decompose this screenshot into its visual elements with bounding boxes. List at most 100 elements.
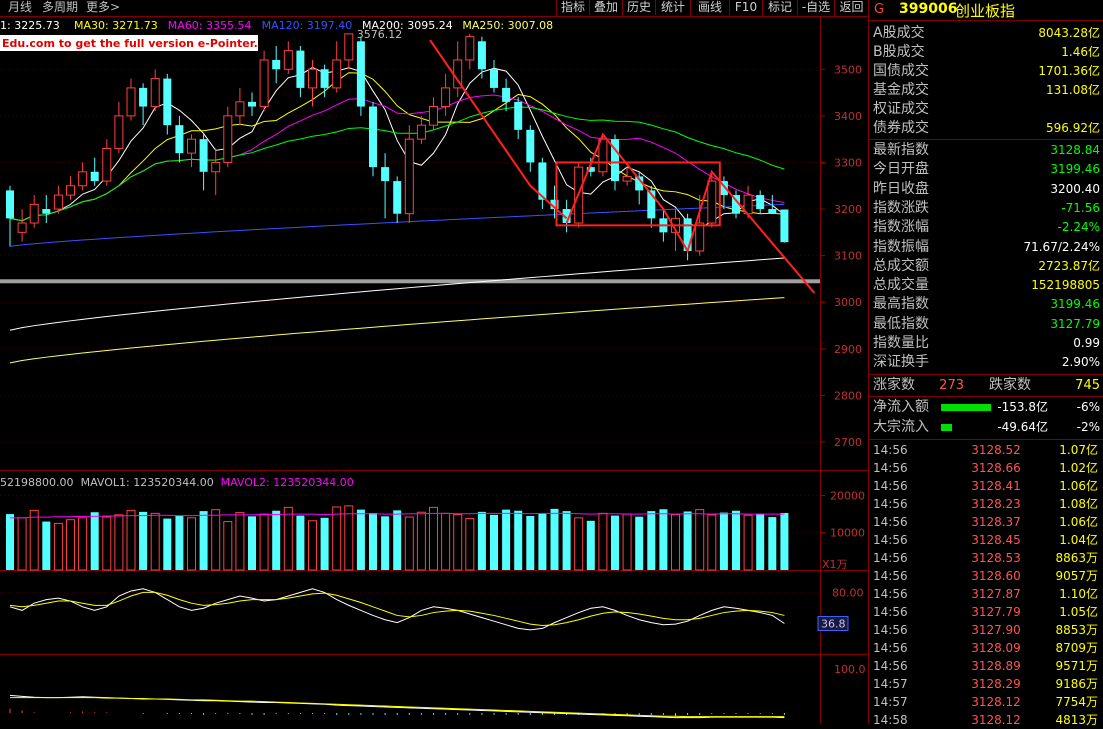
candle-body-down [175,125,184,154]
volume-tick-label: 10000 [830,527,865,540]
volume-bar-up [29,509,39,571]
kdj-panel [9,588,785,631]
candle-body-down [90,171,99,182]
ma-legend-item: MA200: 3095.24 [362,19,453,32]
stat-value: 1701.36亿 [1038,64,1100,78]
trade-tick-row: 14:56 3128.09 8709万 [869,639,1103,657]
volume-bar-down [659,509,668,570]
index-name: 创业板指 [955,2,1016,20]
flow-value: -153.8亿 [997,399,1048,414]
flow-label: 净流入额 [873,398,929,415]
price-tick-label: 3500 [834,63,862,76]
volume-bar-up [695,509,705,571]
volume-bar-down [369,512,377,570]
trade-tick-row: 14:56 3128.89 9571万 [869,657,1103,675]
quote-label: 最高指数 [873,296,929,313]
flow-row: 净流入额 -153.8亿 -6% [869,398,1103,417]
volume-bar-down [683,511,692,570]
volume-bar-up [150,512,160,571]
volume-bar-down [272,510,281,570]
candle-body-down [477,41,486,70]
quote-row: 今日开盘 3199.46 [869,160,1103,179]
candle-body-down [199,139,208,172]
stat-label: A股成交 [873,25,925,41]
quote-row: 指数涨幅 -2.24% [869,218,1103,237]
tick-time: 14:56 [873,604,908,619]
volume-bar-up [283,506,293,571]
decliners-value: 745 [1075,377,1100,393]
tick-price: 3128.45 [971,532,1021,547]
trade-tick-row: 14:56 3128.53 8863万 [869,549,1103,567]
quote-panel: G 399006 创业板指 A股成交 8043.28亿 B股成交 1.46亿 国债成交 1… [868,0,1103,727]
tick-amount: 1.04亿 [1059,532,1098,547]
quote-row: 深证换手 2.90% [869,353,1103,372]
candle-body-up [332,59,342,89]
volume-bar-down [199,511,208,570]
stock-chart-app: 月线 多周期 更多> 指标 叠加 历史 统计 画线 F10 标记 -自选 返回 … [0,0,1103,727]
quote-row: 总成交量 152198805 [869,276,1103,295]
volume-bar-down [611,515,619,570]
trade-tick-row: 14:58 3128.12 4813万 [869,711,1103,729]
tick-time: 14:56 [873,478,908,493]
tick-price: 3128.41 [971,478,1021,493]
quote-label: 最新指数 [873,142,929,158]
candle-body-up [465,36,475,61]
candle-body-down [756,195,765,210]
chart-area[interactable]: 3576.12 3500 3400 3300 3200 3100 3000 2900 2800… [0,0,868,724]
tick-amount: 1.06亿 [1059,514,1098,529]
volume-bar-up [743,514,753,571]
tick-price: 3128.09 [971,640,1021,655]
chart-legends: 1: 3225.73 MA30: 3271.73 MA60: 3355.54 MA12… [0,19,553,489]
volume-bar-down [42,521,51,570]
quote-label: 总成交额 [873,257,929,274]
candle-body-up [598,138,608,173]
volume-bar-down [163,518,172,570]
tick-time: 14:56 [873,496,908,511]
tick-price: 3128.29 [971,676,1021,691]
volume-bar-up [598,512,608,571]
volume-bar-down [562,511,571,570]
tick-time: 14:56 [873,442,908,457]
volume-bar-down [768,517,777,570]
quote-label: 总成交量 [873,277,929,294]
candle-body-up [223,115,233,163]
tick-time: 14:56 [873,460,908,475]
panel-divider [869,139,1103,140]
volume-bar-down [756,513,765,570]
volume-bar-up [404,516,414,571]
tick-time: 14:58 [873,712,908,727]
volume-bar-up [344,505,354,571]
stat-row: 债券成交 596.92亿 [869,119,1103,138]
tick-amount: 9571万 [1055,658,1098,673]
stat-value: 8043.28亿 [1038,26,1100,40]
quote-label: 深证换手 [873,354,929,371]
volume-bar-down [6,514,14,570]
tick-price: 3128.52 [971,442,1021,457]
volume-bar-down [514,510,523,570]
volume-tick-label: 20000 [830,489,865,502]
tick-amount: 1.06亿 [1059,478,1098,493]
candle-body-up [283,50,293,70]
price-tick-label: 3200 [834,203,862,216]
price-tick-label: 2800 [834,389,862,402]
quote-row: 最高指数 3199.46 [869,295,1103,314]
stat-value: 596.92亿 [1046,121,1100,135]
stat-value: 1.46亿 [1061,45,1100,59]
candle-body-up [114,115,124,149]
volume-bar-up [332,506,342,571]
quote-label: 指数量比 [873,335,929,351]
candle-body-up [102,147,112,182]
candle-body-up [53,194,63,210]
tick-time: 14:57 [873,676,908,691]
volume-bar-up [235,512,245,571]
candle-body-up [344,33,354,61]
volume-bar-up [671,513,680,571]
volume-bar-up [17,517,27,571]
quote-value: 2.90% [1061,355,1100,370]
decliners-label: 跌家数 [989,376,1031,393]
quote-label: 指数振幅 [873,238,929,255]
trade-tick-row: 14:56 3128.23 1.08亿 [869,495,1103,513]
trade-tick-row: 14:56 3127.90 8853万 [869,621,1103,639]
tick-amount: 8853万 [1055,622,1098,637]
stat-label: B股成交 [873,44,925,60]
